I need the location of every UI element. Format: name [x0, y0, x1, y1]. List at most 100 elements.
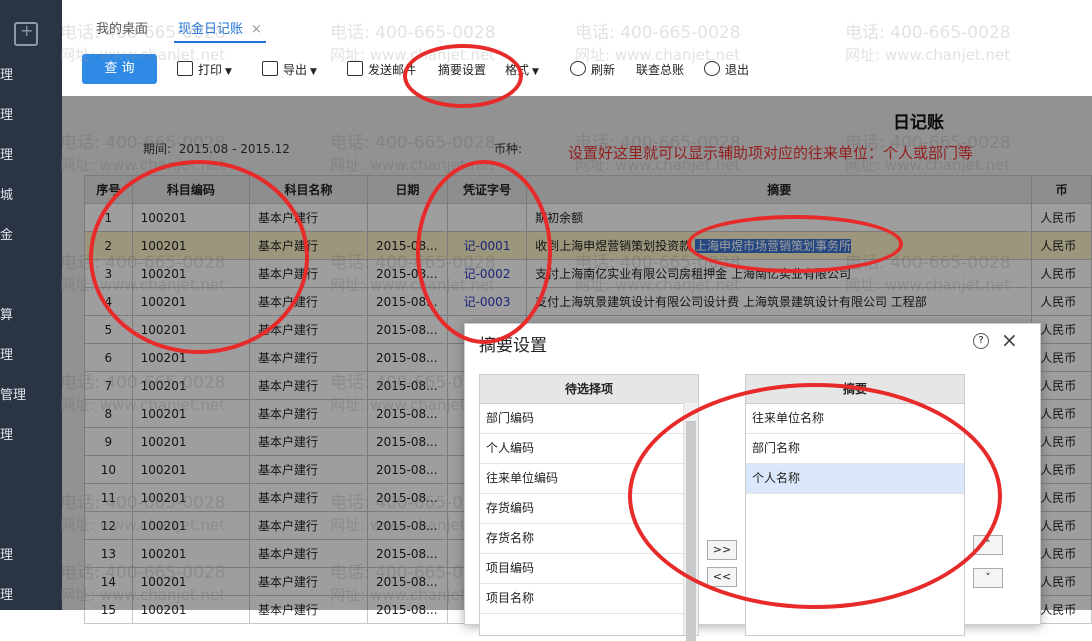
- sidebar-item[interactable]: 理: [0, 544, 13, 563]
- row-number-text: 2: [104, 238, 113, 253]
- chevron-down-icon: ▼: [310, 67, 317, 77]
- column-header[interactable]: 科目名称: [249, 175, 368, 204]
- query-button[interactable]: 查 询: [82, 54, 157, 84]
- sidebar-item[interactable]: 理: [0, 584, 13, 603]
- row-number: 5: [84, 315, 133, 344]
- account-code-text: 100201: [140, 266, 187, 281]
- row-number: 7: [84, 371, 133, 400]
- row-number-text: 7: [104, 378, 113, 393]
- joint-ledger-button[interactable]: 联查总账: [636, 61, 684, 78]
- column-header[interactable]: 序号: [84, 175, 133, 204]
- row-number: 1: [84, 203, 133, 232]
- voucher-link[interactable]: 记-0003: [446, 287, 528, 316]
- account-name: 基本户建行: [249, 455, 368, 484]
- scrollbar-thumb[interactable]: [686, 421, 696, 641]
- account-code-text: 100201: [140, 210, 187, 225]
- help-icon[interactable]: ?: [973, 333, 989, 349]
- sidebar-item[interactable]: 算: [0, 304, 13, 323]
- currency-label: 币种:: [494, 142, 523, 156]
- account-name-text: 基本户建行: [258, 435, 319, 449]
- currency-cell-text: 人民币: [1040, 351, 1077, 365]
- row-number-text: 11: [100, 490, 116, 505]
- list-item[interactable]: 部门编码: [480, 404, 684, 434]
- currency-cell-text: 人民币: [1040, 547, 1077, 561]
- date-cell: 2015-08...: [366, 231, 448, 260]
- format-button[interactable]: 格式 ▼: [505, 61, 539, 78]
- sidebar-item[interactable]: 理: [0, 104, 13, 123]
- tab-close-icon[interactable]: ×: [251, 22, 262, 37]
- list-item[interactable]: 往来单位编码: [480, 464, 684, 494]
- currency-cell-text: 人民币: [1040, 435, 1077, 449]
- exit-label: 退出: [725, 63, 750, 77]
- column-header[interactable]: 日期: [366, 175, 448, 204]
- sidebar-item[interactable]: 金: [0, 224, 13, 243]
- sidebar-item[interactable]: 管理: [0, 384, 26, 403]
- summary-cell-text: 收到上海申煜营销策划投资款: [535, 239, 695, 253]
- column-header[interactable]: 摘要: [526, 175, 1033, 204]
- currency-cell-text: 人民币: [1040, 575, 1077, 589]
- summary-settings-button[interactable]: 摘要设置: [438, 61, 486, 78]
- account-code-text: 100201: [140, 546, 187, 561]
- currency-cell-text: 人民币: [1040, 239, 1077, 253]
- voucher-link[interactable]: 记-0002: [446, 259, 528, 288]
- row-number: 14: [84, 567, 133, 596]
- tab-desktop[interactable]: 我的桌面: [92, 14, 152, 41]
- account-name-text: 基本户建行: [258, 407, 319, 421]
- list-item[interactable]: 个人名称: [746, 464, 964, 494]
- list-item[interactable]: 个人编码: [480, 434, 684, 464]
- voucher-link[interactable]: 记-0001: [446, 231, 528, 260]
- date-cell: [366, 203, 448, 232]
- sidebar-item[interactable]: 理: [0, 344, 13, 363]
- list-item[interactable]: 存货编码: [480, 494, 684, 524]
- currency-cell: 人民币: [1031, 259, 1092, 288]
- move-left-button[interactable]: <<: [707, 567, 737, 587]
- tab-cash-journal[interactable]: 现金日记账 ×: [174, 14, 266, 43]
- column-header[interactable]: 凭证字号: [446, 175, 528, 204]
- account-code: 100201: [131, 287, 251, 316]
- row-number: 4: [84, 287, 133, 316]
- format-label: 格式: [505, 63, 530, 77]
- table-row[interactable]: 2 100201 基本户建行 2015-08... 记-0001 收到上海申煜营销策划投资…: [84, 231, 1092, 260]
- date-cell-text: 2015-08...: [375, 574, 438, 589]
- list-item[interactable]: 往来单位名称: [746, 404, 964, 434]
- scrollbar[interactable]: [683, 403, 698, 641]
- currency-cell: 人民币: [1031, 203, 1092, 232]
- print-button[interactable]: 打印 ▼: [177, 61, 232, 78]
- email-button[interactable]: 发送邮件: [347, 61, 416, 78]
- table-row[interactable]: 1 100201 基本户建行 期初余额 人民币: [84, 203, 1092, 232]
- exit-button[interactable]: 退出: [704, 61, 749, 78]
- column-header[interactable]: 币: [1031, 175, 1092, 204]
- list-item[interactable]: 部门名称: [746, 434, 964, 464]
- row-number: 8: [84, 399, 133, 428]
- refresh-button[interactable]: 刷新: [570, 61, 615, 78]
- close-icon[interactable]: ×: [1001, 328, 1018, 352]
- account-code-text: 100201: [140, 322, 187, 337]
- account-name-text: 基本户建行: [258, 379, 319, 393]
- table-row[interactable]: 3 100201 基本户建行 2015-08... 记-0002 支付上海南亿实业有限公司…: [84, 259, 1092, 288]
- move-up-button[interactable]: ˄: [973, 535, 1003, 555]
- highlighted-text: 上海申煜市场营销策划事务所: [694, 239, 851, 253]
- column-header[interactable]: 科目编码: [131, 175, 251, 204]
- row-number-text: 3: [104, 266, 113, 281]
- sidebar-item[interactable]: 城: [0, 184, 13, 203]
- list-item[interactable]: 项目编码: [480, 554, 684, 584]
- list-item[interactable]: 存货名称: [480, 524, 684, 554]
- date-cell-text: 2015-08...: [375, 238, 438, 253]
- move-down-button[interactable]: ˅: [973, 568, 1003, 588]
- currency-cell-text: 人民币: [1040, 295, 1077, 309]
- summary-cell-text: 支付上海筑景建筑设计有限公司设计费 上海筑景建筑设计有限公司 工程部: [535, 295, 927, 309]
- tab-label: 我的桌面: [96, 22, 149, 37]
- table-header-row: 序号 科目编码 科目名称 日期 凭证字号 摘要 币: [84, 175, 1092, 204]
- table-row[interactable]: 4 100201 基本户建行 2015-08... 记-0003 支付上海筑景建筑设计有限…: [84, 287, 1092, 316]
- toolbar: 查 询 打印 ▼ 导出 ▼ 发送邮件 摘要设置 格式 ▼ 刷新 联查总账 退出: [62, 44, 1092, 96]
- voucher-link[interactable]: [446, 203, 528, 232]
- move-right-button[interactable]: >>: [707, 540, 737, 560]
- export-button[interactable]: 导出 ▼: [262, 61, 317, 78]
- sidebar-item[interactable]: 理: [0, 424, 13, 443]
- account-name-text: 基本户建行: [258, 211, 319, 225]
- sidebar-item[interactable]: 理: [0, 144, 13, 163]
- account-code: 100201: [131, 343, 251, 372]
- summary-settings-dialog: 摘要设置 ? × 待选择项 部门编码 个人编码 往来单位编码 存货编码 存货名称 项目编码…: [464, 323, 1041, 641]
- app-logo-icon[interactable]: [14, 21, 38, 46]
- sidebar-item[interactable]: 理: [0, 64, 13, 83]
